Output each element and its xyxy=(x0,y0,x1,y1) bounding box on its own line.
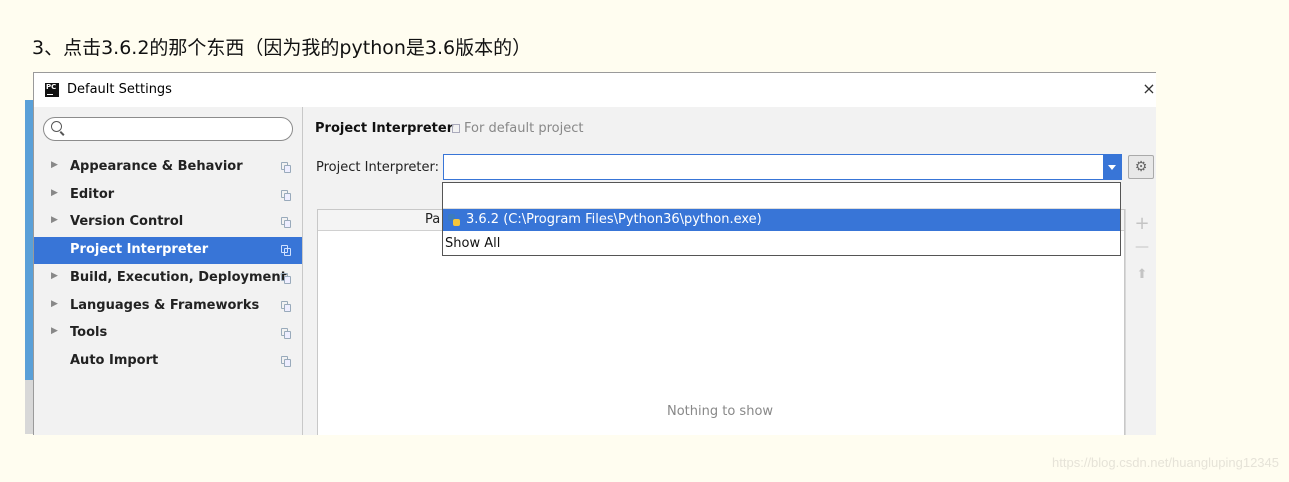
page-title: Project Interpreter xyxy=(315,121,454,136)
interpreter-select[interactable] xyxy=(443,154,1122,180)
title-bar[interactable]: PC Default Settings × xyxy=(34,73,1156,107)
sidebar-item-label: Tools xyxy=(70,325,108,341)
main-panel: Project Interpreter For default project … xyxy=(303,107,1156,435)
expand-arrow-icon[interactable]: ▶ xyxy=(51,215,58,225)
gear-icon[interactable]: ⚙ xyxy=(1128,155,1154,179)
option-label: 3.6.2 (C:\Program Files\Python36\python.… xyxy=(466,212,762,227)
search-input[interactable] xyxy=(43,117,293,141)
interpreter-dropdown: 3.6.2 (C:\Program Files\Python36\python.… xyxy=(442,182,1121,256)
copy-icon xyxy=(281,300,291,312)
expand-arrow-icon[interactable]: ▶ xyxy=(51,160,58,170)
empty-state-text: Nothing to show xyxy=(667,404,774,419)
interpreter-option-show-all[interactable]: Show All xyxy=(443,233,1120,255)
interpreter-label: Project Interpreter: xyxy=(316,160,440,175)
copy-icon xyxy=(281,245,291,257)
expand-arrow-icon[interactable]: ▶ xyxy=(51,299,58,309)
sidebar-item-languages-frameworks[interactable]: ▶ Languages & Frameworks xyxy=(34,293,302,320)
sidebar-item-build-execution-deployment[interactable]: ▶ Build, Execution, Deployment xyxy=(34,265,302,292)
copy-icon xyxy=(281,217,291,229)
sidebar-item-editor[interactable]: ▶ Editor xyxy=(34,182,302,209)
python-icon xyxy=(447,213,461,227)
sidebar-item-label: Editor xyxy=(70,186,115,202)
sidebar-item-project-interpreter[interactable]: Project Interpreter xyxy=(34,237,302,265)
copy-icon xyxy=(452,124,460,133)
add-icon[interactable]: + xyxy=(1134,213,1150,234)
window-title: Default Settings xyxy=(67,82,172,97)
chevron-down-icon[interactable] xyxy=(1103,155,1121,179)
sidebar-item-version-control[interactable]: ▶ Version Control xyxy=(34,209,302,236)
copy-icon xyxy=(281,189,291,201)
copy-icon xyxy=(281,162,291,173)
search-icon xyxy=(51,121,62,132)
package-column-header[interactable]: Pa xyxy=(425,212,440,227)
expand-arrow-icon[interactable]: ▶ xyxy=(51,271,58,281)
interpreter-option-python362[interactable]: 3.6.2 (C:\Program Files\Python36\python.… xyxy=(443,209,1120,231)
settings-sidebar: ▶ Appearance & Behavior ▶ Editor ▶ Version Co… xyxy=(34,107,303,435)
sidebar-item-label: Build, Execution, Deployment xyxy=(70,269,287,285)
expand-arrow-icon[interactable]: ▶ xyxy=(51,326,58,336)
sidebar-item-label: Appearance & Behavior xyxy=(70,159,243,174)
instruction-caption: 3、点击3.6.2的那个东西（因为我的python是3.6版本的） xyxy=(32,37,532,59)
option-label: Show All xyxy=(445,236,501,251)
sidebar-item-label: Auto Import xyxy=(70,352,159,368)
package-toolbar: + — ⬆ xyxy=(1125,209,1156,435)
sidebar-item-auto-import[interactable]: Auto Import xyxy=(34,348,302,375)
copy-icon xyxy=(281,355,291,367)
background-window-edge-lower xyxy=(25,380,33,434)
copy-icon xyxy=(281,328,291,340)
sidebar-item-label: Languages & Frameworks xyxy=(70,297,260,313)
pycharm-app-icon: PC xyxy=(45,83,59,97)
watermark: https://blog.csdn.net/huangluping12345 xyxy=(1052,455,1279,470)
sidebar-item-appearance-behavior[interactable]: ▶ Appearance & Behavior xyxy=(34,154,302,181)
upgrade-icon[interactable]: ⬆ xyxy=(1134,267,1150,282)
copy-icon xyxy=(281,272,291,284)
sidebar-item-label: Project Interpreter xyxy=(70,242,209,258)
dropdown-empty-row[interactable] xyxy=(443,183,1120,209)
page-subtitle: For default project xyxy=(464,121,584,136)
sidebar-item-label: Version Control xyxy=(70,214,184,230)
close-icon[interactable]: × xyxy=(1142,79,1156,98)
sidebar-item-tools[interactable]: ▶ Tools xyxy=(34,320,302,347)
remove-icon[interactable]: — xyxy=(1134,239,1150,255)
background-window-edge xyxy=(25,100,33,380)
expand-arrow-icon[interactable]: ▶ xyxy=(51,188,58,198)
